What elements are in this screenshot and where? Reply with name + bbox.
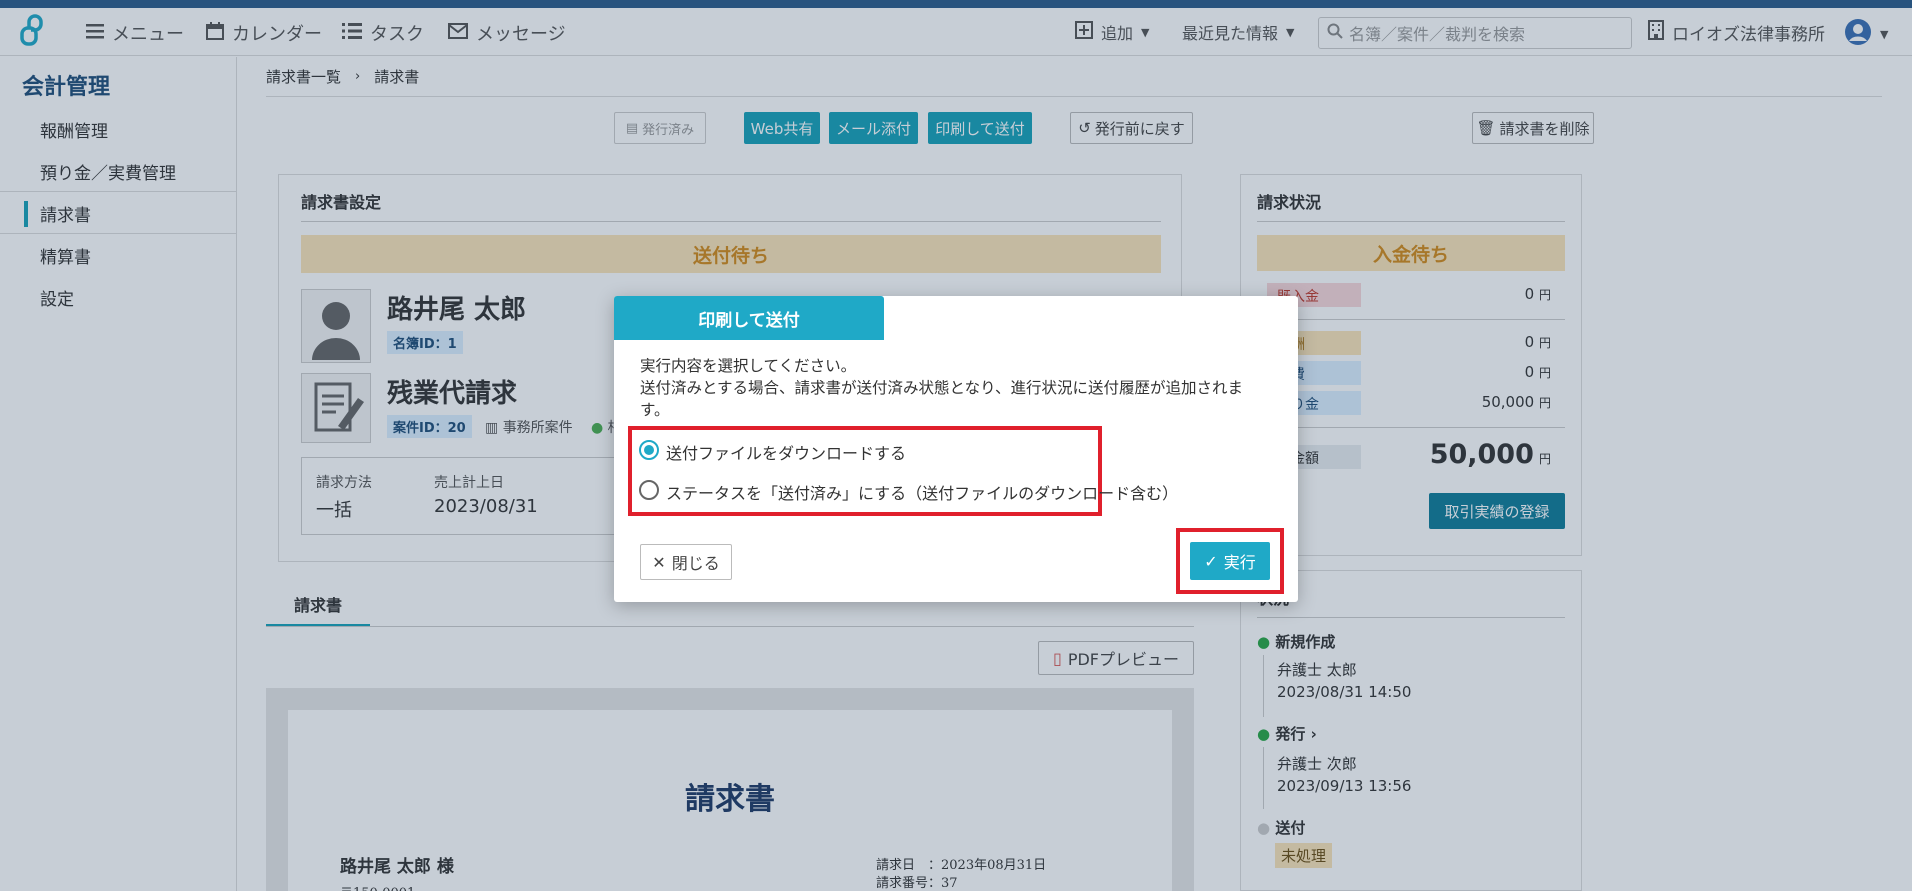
execute-button[interactable]: ✓ 実行	[1190, 542, 1270, 580]
check-icon: ✓	[1204, 551, 1218, 571]
dialog-instruction: 実行内容を選択してください。	[640, 357, 857, 375]
option-mark-sent-label[interactable]: ステータスを「送付済み」にする（送付ファイルのダウンロード含む）	[666, 480, 1178, 504]
option-download-label[interactable]: 送付ファイルをダウンロードする	[666, 440, 906, 464]
close-icon: ✕	[652, 552, 666, 572]
close-button[interactable]: ✕ 閉じる	[640, 544, 732, 580]
option-download-radio[interactable]	[639, 440, 659, 460]
dialog-description: 送付済みとする場合、請求書が送付済み状態となり、進行状況に送付履歴が追加されま	[640, 379, 1243, 397]
execute-label: 実行	[1223, 553, 1256, 572]
option-mark-sent-radio[interactable]	[639, 480, 659, 500]
print-send-dialog: 印刷して送付 実行内容を選択してください。 送付済みとする場合、請求書が送付済み…	[614, 296, 1298, 602]
close-label: 閉じる	[671, 554, 720, 573]
dialog-description-continued: す。	[640, 401, 670, 419]
dialog-title: 印刷して送付	[614, 296, 884, 340]
